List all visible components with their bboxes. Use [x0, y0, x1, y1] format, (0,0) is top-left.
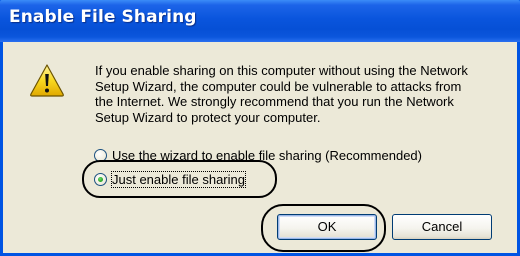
radio-use-wizard[interactable]	[94, 148, 107, 162]
cancel-button[interactable]: Cancel	[392, 214, 492, 240]
warning-icon	[30, 64, 64, 97]
option-use-wizard[interactable]: Use the wizard to enable file sharing (R…	[94, 146, 422, 164]
enable-file-sharing-dialog: Enable File Sharing If you enable sharin…	[0, 0, 520, 256]
option-just-enable-label: Just enable file sharing	[111, 170, 246, 188]
option-just-enable[interactable]: Just enable file sharing	[94, 170, 246, 188]
title-bar[interactable]: Enable File Sharing	[0, 0, 520, 42]
message-line: Setup Wizard, the computer could be vuln…	[95, 78, 462, 94]
warning-message: If you enable sharing on this computer w…	[95, 63, 515, 125]
dialog-title: Enable File Sharing	[9, 7, 197, 27]
message-line: the Internet. We strongly recommend that…	[95, 94, 454, 110]
ok-button[interactable]: OK	[277, 214, 377, 240]
message-line: If you enable sharing on this computer w…	[95, 63, 468, 78]
radio-just-enable[interactable]	[94, 172, 107, 186]
option-use-wizard-label: Use the wizard to enable file sharing (R…	[112, 147, 422, 163]
message-line: Setup Wizard to protect your computer.	[95, 109, 321, 125]
